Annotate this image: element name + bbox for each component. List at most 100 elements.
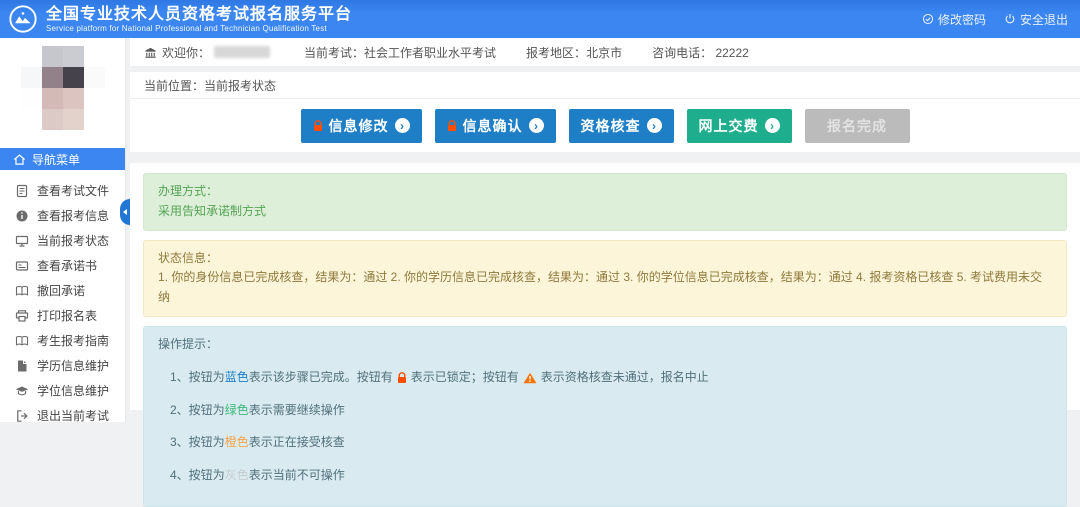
welcome-label: 欢迎你： bbox=[162, 44, 210, 61]
tip-color-word: 绿色 bbox=[225, 401, 249, 421]
tips-box: 操作提示： 1、按钮为蓝色表示该步骤已完成。按钮有表示已锁定；按钮有表示资格核查… bbox=[143, 326, 1067, 507]
lock-icon bbox=[313, 120, 323, 132]
safe-logout-icon bbox=[1004, 13, 1016, 25]
sidebar-item[interactable]: 考生报考指南 bbox=[0, 328, 125, 353]
step-buttons: 信息修改›信息确认›资格核查›网上交费›报名完成 bbox=[130, 99, 1080, 152]
photo-pixel bbox=[84, 88, 105, 109]
id-card-icon bbox=[15, 259, 29, 273]
modify-password-link[interactable]: 修改密码 bbox=[922, 11, 986, 28]
breadcrumb: 当前位置： 当前报考状态 bbox=[130, 72, 1080, 99]
photo-pixel bbox=[84, 46, 105, 67]
printer-icon bbox=[15, 309, 29, 323]
step-button[interactable]: 信息确认 › bbox=[435, 109, 556, 143]
lock-icon bbox=[447, 120, 457, 132]
arrow-circle-icon: › bbox=[395, 118, 410, 133]
step-button-label: 信息确认 bbox=[463, 116, 523, 136]
sidebar-item[interactable]: 退出当前考试 bbox=[0, 403, 125, 428]
tip-lines: 2、按钮为绿色表示需要继续操作3、按钮为橙色表示正在接受核查4、按钮为灰色表示当… bbox=[158, 401, 1052, 486]
sidebar-nav-header: 导航菜单 bbox=[0, 148, 125, 170]
tip-line: 4、按钮为灰色表示当前不可操作 bbox=[158, 466, 1052, 486]
arrow-circle-icon: › bbox=[529, 118, 544, 133]
modify-password-label: 修改密码 bbox=[938, 11, 986, 28]
photo-pixel bbox=[63, 67, 84, 88]
sidebar-item[interactable]: 学位信息维护 bbox=[0, 378, 125, 403]
sidebar-item[interactable]: 查看考试文件 bbox=[0, 178, 125, 203]
tip-color-word: 灰色 bbox=[225, 466, 249, 486]
exit-icon bbox=[15, 409, 29, 423]
phone-label: 咨询电话： bbox=[652, 46, 712, 60]
nav-header-label: 导航菜单 bbox=[32, 151, 80, 168]
photo-pixel bbox=[84, 109, 105, 130]
modify-password-icon bbox=[922, 13, 934, 25]
status-panel: 当前位置： 当前报考状态 信息修改›信息确认›资格核查›网上交费›报名完成 bbox=[130, 72, 1080, 152]
photo-pixel bbox=[21, 109, 42, 130]
region-value: 北京市 bbox=[586, 46, 622, 60]
tip-text: 4、按钮为 bbox=[170, 466, 225, 486]
sidebar-item-label: 查看承诺书 bbox=[37, 257, 97, 274]
book-icon bbox=[15, 284, 29, 298]
app-subtitle: Service platform for National Profession… bbox=[46, 24, 352, 33]
sidebar-item-label: 查看报考信息 bbox=[37, 207, 109, 224]
safe-logout-label: 安全退出 bbox=[1020, 11, 1068, 28]
brand-titles: 全国专业技术人员资格考试报名服务平台 Service platform for … bbox=[46, 6, 352, 33]
step-button: 报名完成 bbox=[805, 109, 910, 143]
step-button[interactable]: 网上交费 › bbox=[687, 109, 792, 143]
tip-text: 表示需要继续操作 bbox=[249, 401, 345, 421]
current-exam: 当前考试：社会工作者职业水平考试 bbox=[304, 44, 496, 61]
tip-text: 表示已锁定；按钮有 bbox=[411, 368, 519, 388]
photo-pixel bbox=[84, 67, 105, 88]
sidebar-item-label: 退出当前考试 bbox=[37, 407, 109, 424]
sidebar-item-label: 学历信息维护 bbox=[37, 357, 109, 374]
tip-line: 2、按钮为绿色表示需要继续操作 bbox=[158, 401, 1052, 421]
tip-color-word: 蓝色 bbox=[225, 368, 249, 388]
chevron-left-icon bbox=[123, 209, 127, 215]
sidebar-item[interactable]: 撤回承诺 bbox=[0, 278, 125, 303]
tip-text: 3、按钮为 bbox=[170, 433, 225, 453]
sidebar-item[interactable]: 当前报考状态 bbox=[0, 228, 125, 253]
safe-logout-link[interactable]: 安全退出 bbox=[1004, 11, 1068, 28]
monitor-icon bbox=[15, 234, 29, 248]
photo-pixel bbox=[21, 46, 42, 67]
tip-text: 1、按钮为 bbox=[170, 368, 225, 388]
sidebar-item[interactable]: 查看承诺书 bbox=[0, 253, 125, 278]
arrow-circle-icon: › bbox=[647, 118, 662, 133]
step-button[interactable]: 资格核查› bbox=[569, 109, 674, 143]
book-icon bbox=[15, 334, 29, 348]
tips-title: 操作提示： bbox=[158, 335, 1052, 355]
photo-pixel bbox=[63, 88, 84, 109]
platform-logo-icon bbox=[8, 4, 38, 34]
info-icon bbox=[15, 209, 29, 223]
app-title: 全国专业技术人员资格考试报名服务平台 bbox=[46, 6, 352, 23]
photo-pixel bbox=[21, 67, 42, 88]
sidebar-item[interactable]: 查看报考信息 bbox=[0, 203, 125, 228]
sidebar-item-label: 当前报考状态 bbox=[37, 232, 109, 249]
header-actions: 修改密码 安全退出 bbox=[922, 0, 1068, 38]
sidebar: 导航菜单 查看考试文件查看报考信息当前报考状态查看承诺书撤回承诺打印报名表考生报… bbox=[0, 38, 126, 422]
method-box: 办理方式： 采用告知承诺制方式 bbox=[143, 173, 1067, 231]
tip-text: 2、按钮为 bbox=[170, 401, 225, 421]
arrow-circle-icon: › bbox=[765, 118, 780, 133]
sidebar-item-label: 打印报名表 bbox=[37, 307, 97, 324]
sidebar-item[interactable]: 打印报名表 bbox=[0, 303, 125, 328]
sidebar-item-label: 撤回承诺 bbox=[37, 282, 85, 299]
redacted-username bbox=[214, 46, 270, 58]
bank-icon bbox=[144, 46, 157, 59]
exam-region: 报考地区：北京市 bbox=[526, 44, 622, 61]
hotline: 咨询电话： 22222 bbox=[652, 44, 749, 61]
file-icon bbox=[15, 184, 29, 198]
sidebar-item[interactable]: 学历信息维护 bbox=[0, 353, 125, 378]
status-title: 状态信息： bbox=[158, 249, 1052, 269]
photo-pixel bbox=[21, 88, 42, 109]
sidebar-item-label: 学位信息维护 bbox=[37, 382, 109, 399]
app-header: 全国专业技术人员资格考试报名服务平台 Service platform for … bbox=[0, 0, 1080, 38]
step-button-label: 信息修改 bbox=[329, 116, 389, 136]
breadcrumb-label: 当前位置： bbox=[144, 77, 204, 94]
step-button-label: 网上交费 bbox=[699, 116, 759, 136]
sidebar-collapse-toggle[interactable] bbox=[120, 199, 130, 225]
tip-color-word: 橙色 bbox=[225, 433, 249, 453]
status-box: 状态信息： 1. 你的身份信息已完成核查，结果为：通过 2. 你的学历信息已完成… bbox=[143, 240, 1067, 317]
photo-pixel bbox=[42, 46, 63, 67]
tip-text: 表示该步骤已完成。按钮有 bbox=[249, 368, 393, 388]
step-button[interactable]: 信息修改 › bbox=[301, 109, 422, 143]
step-button-label: 报名完成 bbox=[827, 116, 887, 136]
